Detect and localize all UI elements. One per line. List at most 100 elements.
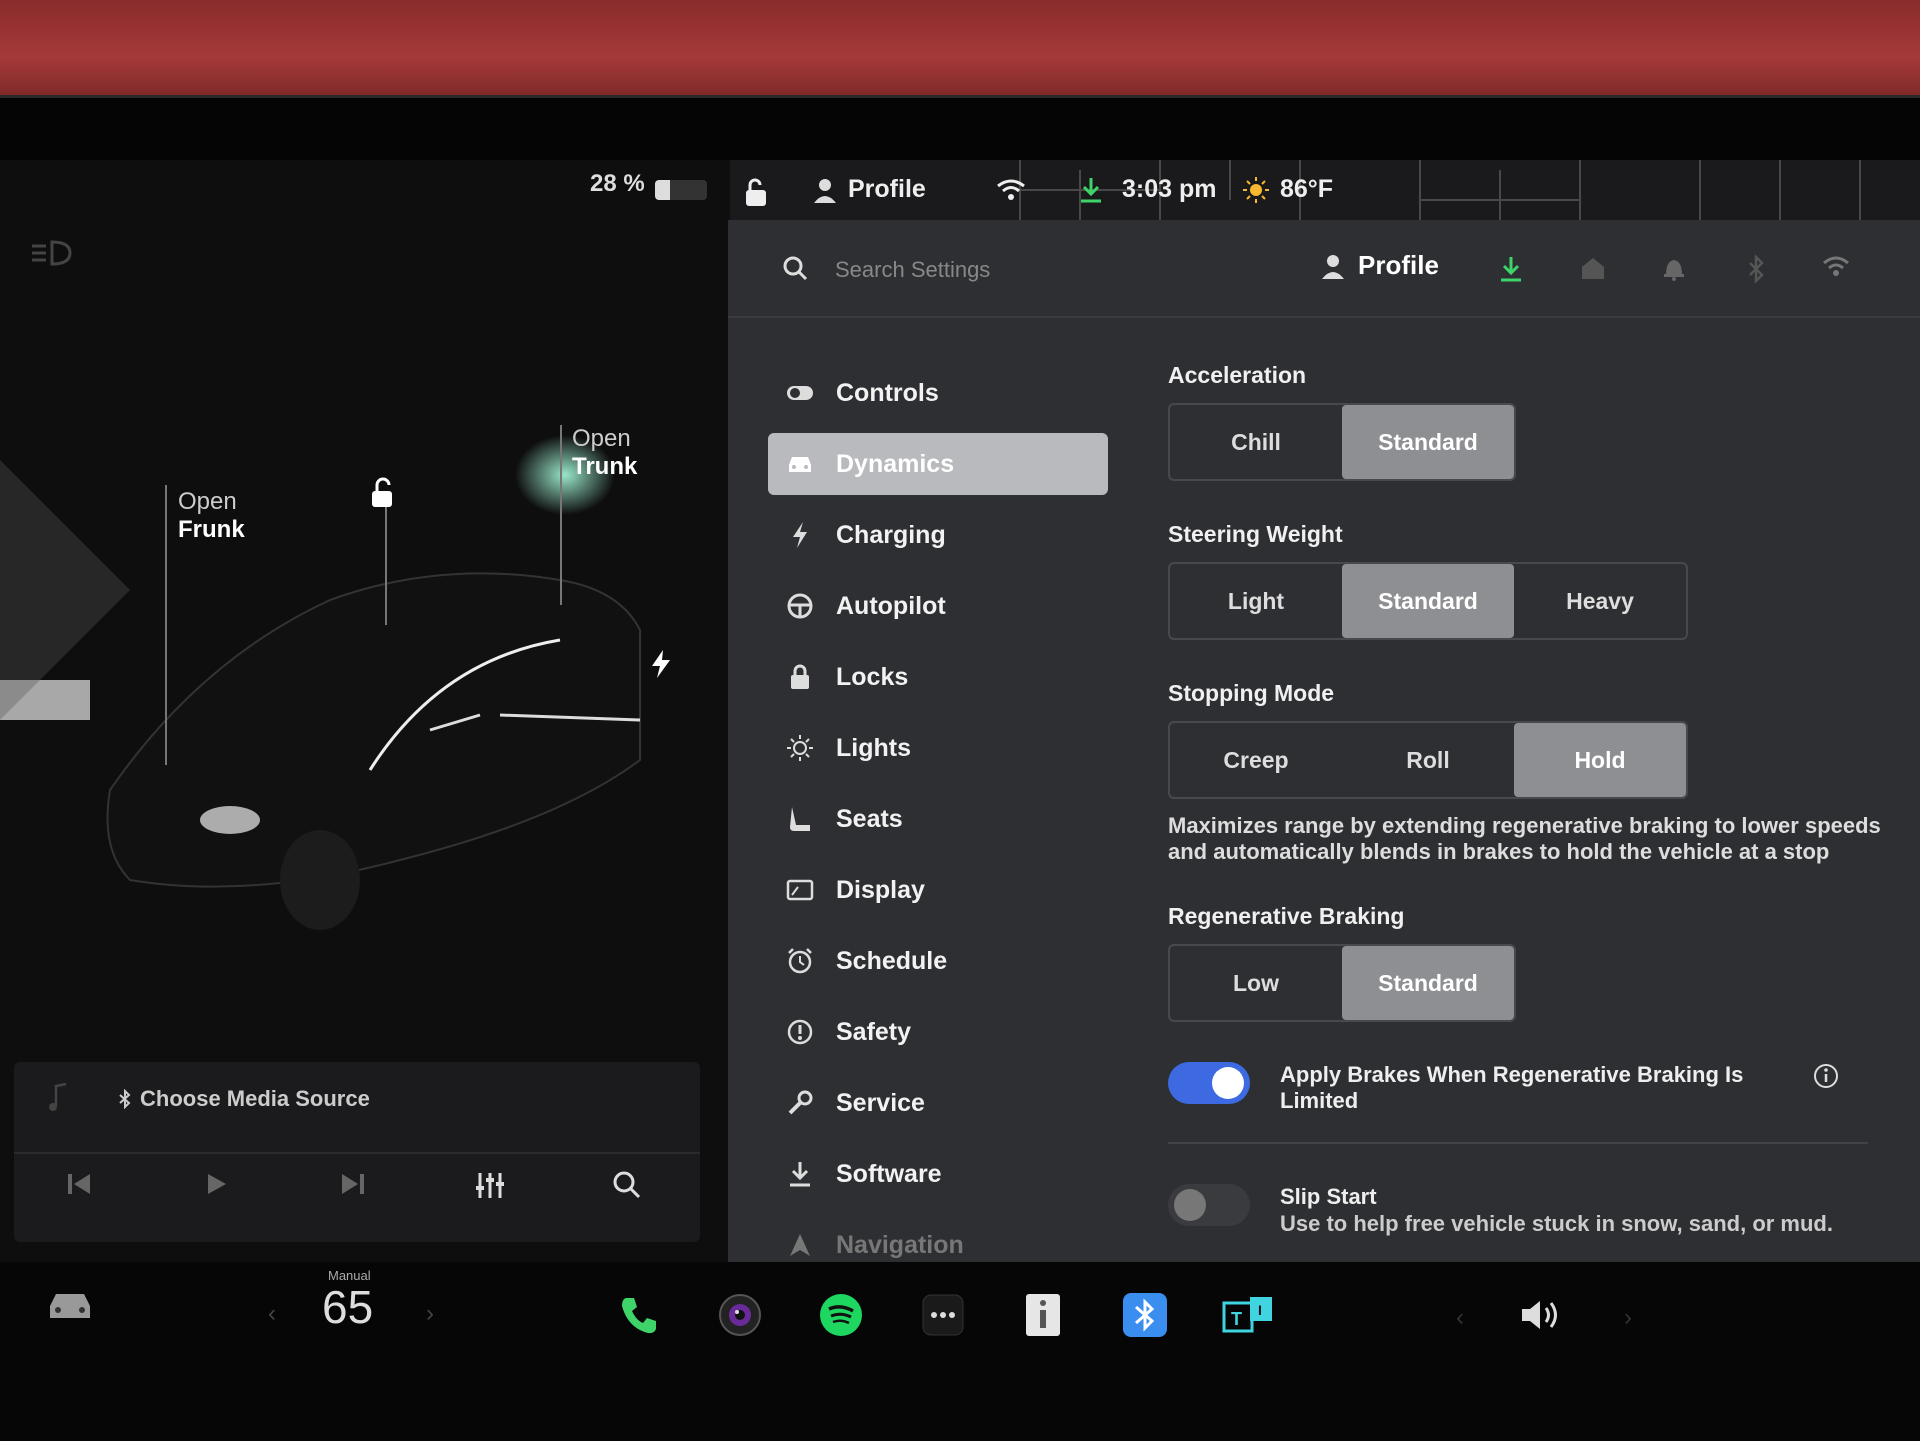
bluetooth-icon[interactable] xyxy=(1746,253,1766,288)
nav-item-locks[interactable]: Locks xyxy=(768,646,1108,708)
battery-icon xyxy=(655,180,707,200)
car-dock-icon[interactable] xyxy=(46,1288,94,1327)
stopping-mode-selector: Creep Roll Hold xyxy=(1168,721,1688,799)
dynamics-content: Acceleration Chill Standard Steering Wei… xyxy=(1168,362,1888,1266)
svg-text:T: T xyxy=(1231,1309,1242,1329)
open-trunk-button[interactable]: Open Trunk xyxy=(572,425,637,481)
software-download-icon[interactable] xyxy=(1498,255,1524,288)
nav-label: Controls xyxy=(836,378,939,407)
steering-standard-option[interactable]: Standard xyxy=(1342,564,1514,638)
more-apps-icon[interactable] xyxy=(918,1290,968,1340)
equalizer-icon[interactable] xyxy=(474,1170,506,1205)
set-speed-value: 65 xyxy=(322,1281,374,1333)
frunk-callout-line xyxy=(165,485,167,765)
phone-icon[interactable] xyxy=(614,1290,664,1340)
apply-brakes-toggle[interactable] xyxy=(1168,1062,1250,1104)
search-icon xyxy=(782,255,808,286)
person-icon xyxy=(814,178,836,203)
slip-start-toggle[interactable] xyxy=(1168,1184,1250,1226)
nav-label: Lights xyxy=(836,733,911,762)
volume-decrease-arrow[interactable]: ‹ xyxy=(1456,1304,1464,1332)
nav-item-service[interactable]: Service xyxy=(768,1072,1108,1134)
bolt-icon xyxy=(786,521,814,549)
play-icon[interactable] xyxy=(202,1170,230,1203)
homelink-icon[interactable] xyxy=(1580,255,1606,286)
stopping-roll-option[interactable]: Roll xyxy=(1342,723,1514,797)
nav-label: Locks xyxy=(836,662,909,691)
nav-item-charging[interactable]: Charging xyxy=(768,504,1108,566)
nav-label: Display xyxy=(836,875,925,904)
screen-bezel xyxy=(0,95,1920,165)
slip-start-row: Slip Start Use to help free vehicle stuc… xyxy=(1168,1184,1888,1238)
wrench-icon xyxy=(786,1089,814,1117)
regen-braking-title: Regenerative Braking xyxy=(1168,903,1405,929)
regen-braking-selector: Low Standard xyxy=(1168,944,1516,1022)
steering-heavy-option[interactable]: Heavy xyxy=(1514,564,1686,638)
steering-light-option[interactable]: Light xyxy=(1170,564,1342,638)
toybox-icon[interactable]: TI xyxy=(1222,1290,1272,1340)
search-settings-input[interactable] xyxy=(835,250,1235,290)
stopping-mode-description: Maximizes range by extending regenerativ… xyxy=(1168,813,1881,864)
nav-item-software[interactable]: Software xyxy=(768,1143,1108,1205)
volume-increase-arrow[interactable]: › xyxy=(1624,1304,1632,1332)
nav-label: Software xyxy=(836,1159,942,1188)
apply-brakes-row: Apply Brakes When Regenerative Braking I… xyxy=(1168,1062,1888,1114)
sun-icon xyxy=(786,734,814,762)
steering-weight-selector: Light Standard Heavy xyxy=(1168,562,1688,640)
nav-label: Charging xyxy=(836,520,946,549)
media-search-icon[interactable] xyxy=(612,1170,642,1205)
previous-track-icon[interactable] xyxy=(66,1170,94,1203)
top-profile-label: Profile xyxy=(848,175,926,203)
nav-label: Safety xyxy=(836,1017,912,1046)
music-note-icon xyxy=(48,1082,68,1117)
nav-item-dynamics[interactable]: Dynamics xyxy=(768,433,1108,495)
unlock-status-icon[interactable] xyxy=(742,178,770,213)
nav-item-controls[interactable]: Controls xyxy=(768,362,1108,424)
manual-icon[interactable] xyxy=(1018,1290,1068,1340)
display-icon xyxy=(786,876,814,904)
speed-increase-arrow[interactable]: › xyxy=(426,1300,434,1328)
steering-wheel-icon xyxy=(786,592,814,620)
bottom-dock xyxy=(0,1262,1920,1441)
regen-low-option[interactable]: Low xyxy=(1170,946,1342,1020)
stopping-creep-option[interactable]: Creep xyxy=(1170,723,1342,797)
acceleration-title: Acceleration xyxy=(1168,362,1307,388)
media-divider xyxy=(14,1152,700,1154)
acceleration-standard-option[interactable]: Standard xyxy=(1342,405,1514,479)
auto-headlights-icon[interactable] xyxy=(30,238,74,273)
nav-item-autopilot[interactable]: Autopilot xyxy=(768,575,1108,637)
trunk-callout-line xyxy=(560,425,562,605)
nav-item-schedule[interactable]: Schedule xyxy=(768,930,1108,992)
download-icon[interactable] xyxy=(1078,176,1104,209)
slip-start-label: Slip Start xyxy=(1280,1184,1377,1209)
bell-icon[interactable] xyxy=(1662,255,1686,286)
battery-percent: 28 % xyxy=(590,170,645,197)
speed-decrease-arrow[interactable]: ‹ xyxy=(268,1300,276,1328)
wifi-settings-icon[interactable] xyxy=(1822,255,1850,282)
steering-weight-title: Steering Weight xyxy=(1168,521,1343,547)
top-profile-button[interactable]: Profile xyxy=(812,175,926,204)
open-frunk-button[interactable]: Open Frunk xyxy=(178,488,245,544)
choose-media-source-button[interactable]: Choose Media Source xyxy=(118,1086,370,1112)
charge-port-icon[interactable] xyxy=(648,648,674,685)
lock-callout-line xyxy=(385,505,387,625)
slip-start-description: Use to help free vehicle stuck in snow, … xyxy=(1280,1211,1833,1236)
stopping-hold-option[interactable]: Hold xyxy=(1514,723,1686,797)
bluetooth-app-icon[interactable] xyxy=(1120,1290,1170,1340)
nav-item-lights[interactable]: Lights xyxy=(768,717,1108,779)
nav-item-safety[interactable]: Safety xyxy=(768,1001,1108,1063)
volume-icon[interactable] xyxy=(1516,1290,1566,1340)
next-track-icon[interactable] xyxy=(338,1170,366,1203)
settings-profile-button[interactable]: Profile xyxy=(1320,250,1439,281)
svg-text:I: I xyxy=(1258,1302,1262,1318)
nav-item-display[interactable]: Display xyxy=(768,859,1108,921)
acceleration-chill-option[interactable]: Chill xyxy=(1170,405,1342,479)
camera-icon[interactable] xyxy=(715,1290,765,1340)
regen-standard-option[interactable]: Standard xyxy=(1342,946,1514,1020)
seat-icon xyxy=(786,805,814,833)
car-unlock-icon[interactable] xyxy=(368,477,400,514)
spotify-icon[interactable] xyxy=(816,1290,866,1340)
nav-item-seats[interactable]: Seats xyxy=(768,788,1108,850)
media-source-label: Choose Media Source xyxy=(140,1086,370,1111)
info-icon[interactable] xyxy=(1812,1062,1840,1095)
